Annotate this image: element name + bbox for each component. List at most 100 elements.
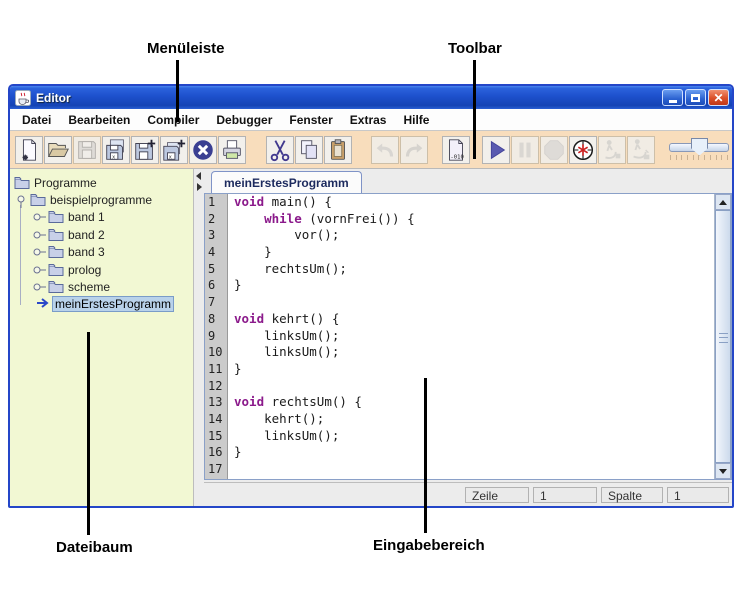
folder-icon: [14, 176, 30, 190]
pause-icon: [512, 137, 538, 163]
tree-item-label[interactable]: Programme: [32, 176, 99, 190]
scroll-up-button[interactable]: [715, 194, 731, 210]
close-file-button[interactable]: [189, 136, 217, 164]
file-tree[interactable]: Programme beispielprogramme band 1 band 2 ba…: [10, 169, 194, 506]
tree-item-programme[interactable]: Programme: [10, 174, 193, 191]
expand-handle-icon[interactable]: [32, 280, 46, 294]
code-line[interactable]: }: [228, 361, 714, 378]
code-line[interactable]: }: [228, 244, 714, 261]
code-line[interactable]: linksUm();: [228, 428, 714, 445]
code-line[interactable]: }: [228, 277, 714, 294]
compile-button[interactable]: ‑010: [442, 136, 470, 164]
tab-meinerstesprogramm[interactable]: meinErstesProgramm: [211, 171, 362, 193]
expand-handle-icon[interactable]: [32, 228, 46, 242]
expand-handle-icon[interactable]: [32, 263, 46, 277]
save-all-icon: x: [103, 137, 129, 163]
save-as-button[interactable]: [131, 136, 159, 164]
folder-icon: [48, 228, 64, 242]
line-number: 5: [205, 261, 227, 278]
new-file-button[interactable]: [15, 136, 43, 164]
code-editor[interactable]: 1234567891011121314151617 void main() { …: [204, 193, 732, 480]
tree-item-scheme[interactable]: scheme: [10, 278, 193, 295]
folder-icon: [48, 210, 64, 224]
tree-item-label[interactable]: prolog: [66, 263, 103, 277]
code-line[interactable]: rechtsUm();: [228, 261, 714, 278]
collapse-handle-icon[interactable]: [14, 193, 28, 207]
code-line[interactable]: [228, 461, 714, 478]
save-button: [73, 136, 101, 164]
svg-text:x: x: [112, 154, 115, 160]
line-number: 14: [205, 411, 227, 428]
copy-button[interactable]: [295, 136, 323, 164]
code-line[interactable]: linksUm();: [228, 328, 714, 345]
code-line[interactable]: void kehrt() {: [228, 311, 714, 328]
menu-item-hilfe[interactable]: Hilfe: [403, 113, 429, 127]
scrollbar-thumb[interactable]: [715, 210, 731, 463]
save-all-button[interactable]: x: [102, 136, 130, 164]
expand-handle-icon[interactable]: [32, 210, 46, 224]
code-line[interactable]: vor();: [228, 227, 714, 244]
save-all-as-button[interactable]: x: [160, 136, 188, 164]
line-number: 9: [205, 328, 227, 345]
run-icon: [483, 137, 509, 163]
menu-item-bearbeiten[interactable]: Bearbeiten: [68, 113, 130, 127]
step-over-icon: [628, 137, 654, 163]
editor-window: Editor ✕ Datei Bearbeiten Compiler Debugger…: [8, 84, 734, 508]
tree-item-beispielprogramme[interactable]: beispielprogramme: [10, 191, 193, 208]
tree-item-label[interactable]: beispielprogramme: [48, 193, 154, 207]
collapse-left-icon[interactable]: [196, 172, 201, 180]
menu-item-extras[interactable]: Extras: [350, 113, 387, 127]
tree-item-band-2[interactable]: band 2: [10, 226, 193, 243]
tree-item-label[interactable]: band 1: [66, 210, 107, 224]
code-line[interactable]: [228, 378, 714, 395]
slider-thumb-icon[interactable]: [691, 138, 708, 156]
maximize-button[interactable]: [685, 89, 706, 106]
new-file-icon: [16, 137, 42, 163]
code-line[interactable]: kehrt();: [228, 411, 714, 428]
line-number: 17: [205, 461, 227, 478]
code-line[interactable]: while (vornFrei()) {: [228, 211, 714, 228]
redo-icon: [401, 137, 427, 163]
code-line[interactable]: void main() {: [228, 194, 714, 211]
speed-slider[interactable]: [669, 137, 727, 163]
save-icon: [74, 137, 100, 163]
tree-item-meinerstesprogramm[interactable]: meinErstesProgramm: [10, 296, 193, 313]
title-bar[interactable]: Editor ✕: [10, 86, 732, 109]
close-button[interactable]: ✕: [708, 89, 729, 106]
menu-item-compiler[interactable]: Compiler: [147, 113, 199, 127]
expand-handle-icon[interactable]: [32, 245, 46, 259]
debug-target-button[interactable]: [569, 136, 597, 164]
step-into-button: [598, 136, 626, 164]
tree-item-band-3[interactable]: band 3: [10, 244, 193, 261]
code-line[interactable]: [228, 294, 714, 311]
annotation-eingabebereich: Eingabebereich: [373, 537, 485, 554]
tree-item-label[interactable]: band 3: [66, 245, 107, 259]
print-button[interactable]: [218, 136, 246, 164]
slider-ticks: [670, 155, 728, 160]
cut-button[interactable]: [266, 136, 294, 164]
tree-item-band-1[interactable]: band 1: [10, 209, 193, 226]
tree-item-label[interactable]: band 2: [66, 228, 107, 242]
paste-button[interactable]: [324, 136, 352, 164]
menu-item-datei[interactable]: Datei: [22, 113, 51, 127]
collapse-right-icon[interactable]: [197, 183, 202, 191]
scroll-down-button[interactable]: [715, 463, 731, 479]
code-line[interactable]: }: [228, 444, 714, 461]
tree-item-label[interactable]: meinErstesProgramm: [52, 296, 174, 312]
pause-button: [511, 136, 539, 164]
copy-icon: [296, 137, 322, 163]
vertical-scrollbar[interactable]: [714, 194, 731, 479]
line-number: 2: [205, 211, 227, 228]
tree-item-prolog[interactable]: prolog: [10, 261, 193, 278]
menu-item-debugger[interactable]: Debugger: [216, 113, 272, 127]
line-number: 15: [205, 428, 227, 445]
code-line[interactable]: linksUm();: [228, 344, 714, 361]
run-button[interactable]: [482, 136, 510, 164]
minimize-button[interactable]: [662, 89, 683, 106]
tree-item-label[interactable]: scheme: [66, 280, 112, 294]
code-line[interactable]: void rechtsUm() {: [228, 394, 714, 411]
open-file-icon: [45, 137, 71, 163]
open-file-button[interactable]: [44, 136, 72, 164]
code-text[interactable]: void main() { while (vornFrei()) { vor()…: [228, 194, 714, 479]
menu-item-fenster[interactable]: Fenster: [289, 113, 332, 127]
